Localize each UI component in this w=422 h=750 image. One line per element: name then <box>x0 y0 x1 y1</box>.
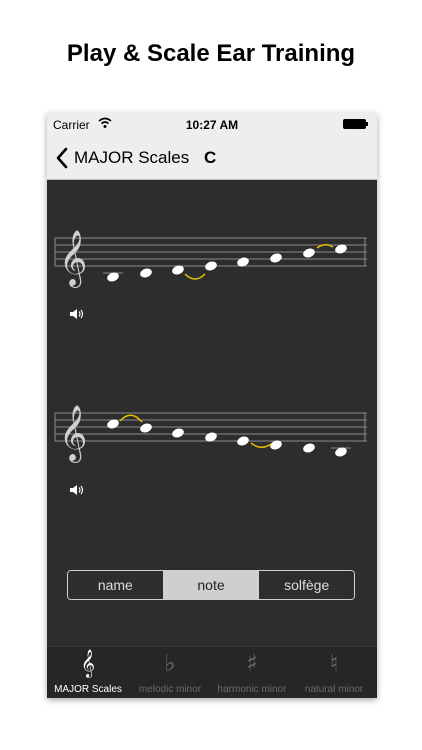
tab-natural-minor[interactable]: ♮ natural minor <box>293 647 375 698</box>
status-time: 10:27 AM <box>185 118 239 132</box>
play-ascending-speaker-icon[interactable] <box>69 307 87 321</box>
tab-major-scales[interactable]: 𝄞 MAJOR Scales <box>47 647 129 698</box>
note[interactable] <box>171 427 185 439</box>
scale-notes <box>107 419 347 457</box>
scale-key-label: C <box>204 148 217 167</box>
descending-staff: 𝄞 <box>54 405 367 463</box>
note[interactable] <box>139 267 153 279</box>
tab-bar: 𝄞 MAJOR Scales ♭ melodic minor ♯ harmoni… <box>47 646 377 698</box>
half-step-slur <box>184 273 206 280</box>
tab-melodic-minor[interactable]: ♭ melodic minor <box>129 647 211 698</box>
label-mode-segmented-control: name note solfège <box>67 570 355 600</box>
half-step-slur <box>250 442 272 448</box>
navigation-bar: MAJOR Scales C <box>47 135 377 180</box>
treble-clef-icon: 𝄞 <box>80 649 96 677</box>
headline: Play & Scale Ear Training <box>66 40 356 67</box>
note[interactable] <box>236 435 250 447</box>
tab-label: melodic minor <box>138 684 202 695</box>
half-step-slur <box>119 414 143 423</box>
play-descending-speaker-icon[interactable] <box>69 483 87 497</box>
back-button-title[interactable]: MAJOR Scales <box>74 148 189 168</box>
segment-solfege[interactable]: solfège <box>259 571 354 599</box>
note[interactable] <box>302 247 316 259</box>
phone-screen: Carrier 10:27 AM MAJOR Scales C 𝄞 𝄞 name… <box>47 113 377 698</box>
flat-icon: ♭ <box>164 649 176 677</box>
tab-label: natural minor <box>304 684 364 695</box>
back-chevron-icon[interactable] <box>55 147 69 169</box>
tab-label: MAJOR Scales <box>54 684 122 695</box>
note[interactable] <box>204 260 218 272</box>
sharp-icon: ♯ <box>246 649 258 677</box>
note[interactable] <box>139 422 153 434</box>
treble-clef-icon: 𝄞 <box>59 405 87 463</box>
natural-icon: ♮ <box>329 649 339 677</box>
battery-icon <box>343 119 368 129</box>
treble-clef-icon: 𝄞 <box>59 230 87 288</box>
segment-name[interactable]: name <box>68 571 164 599</box>
segment-note[interactable]: note <box>163 571 260 599</box>
note[interactable] <box>269 252 283 264</box>
ascending-staff: 𝄞 <box>54 230 367 288</box>
tab-label: harmonic minor <box>217 684 287 695</box>
tab-harmonic-minor[interactable]: ♯ harmonic minor <box>211 647 293 698</box>
scale-notes <box>107 244 347 282</box>
status-bar: Carrier 10:27 AM <box>47 113 377 135</box>
note[interactable] <box>302 442 316 454</box>
